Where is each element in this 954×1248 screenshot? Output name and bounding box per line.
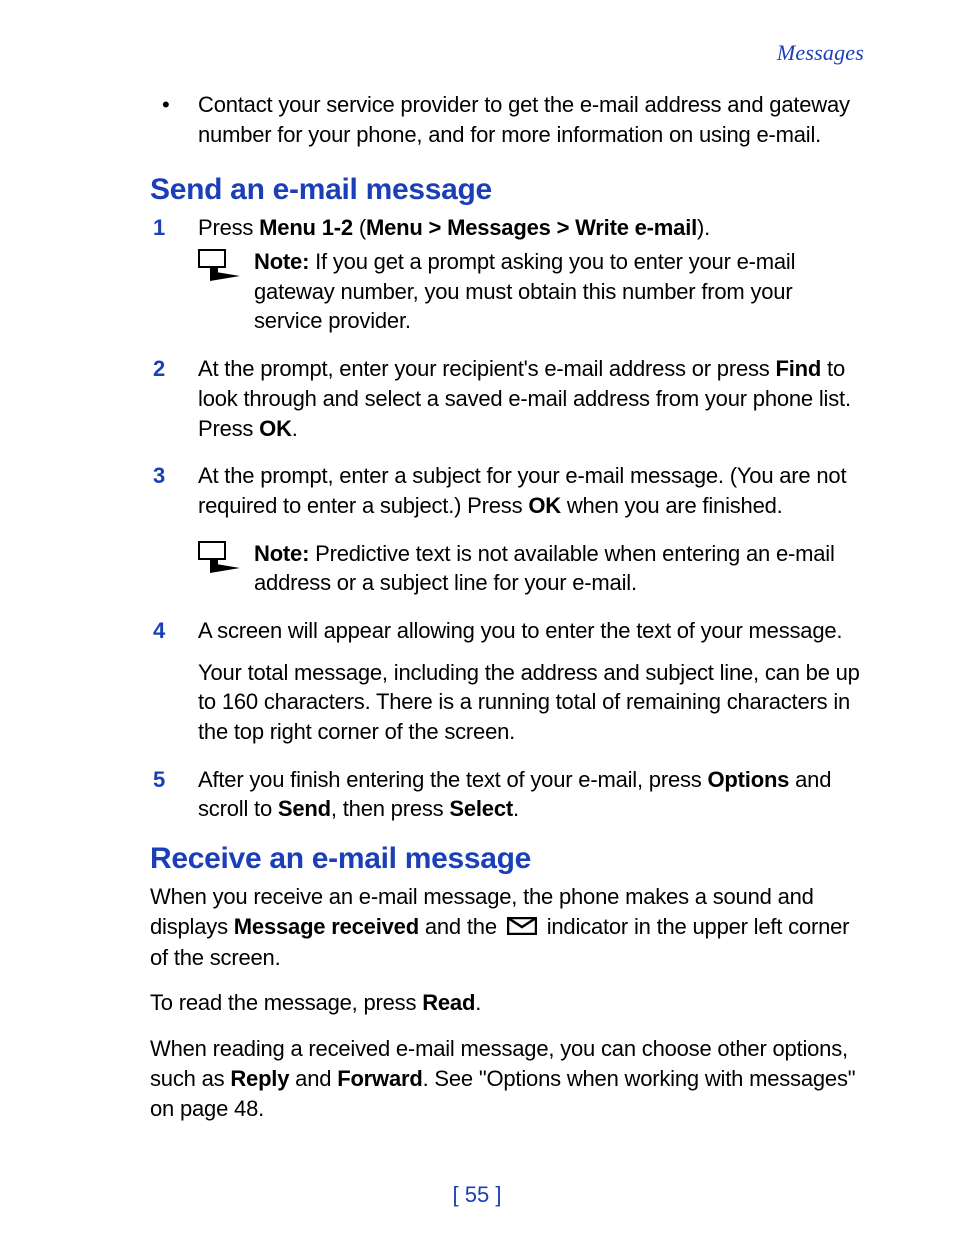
bold: Read: [422, 990, 475, 1015]
text: .: [513, 796, 519, 821]
step-1: Press Menu 1-2 (Menu > Messages > Write …: [150, 213, 864, 336]
note-block: Note: Predictive text is not available w…: [150, 539, 864, 598]
bold: OK: [528, 493, 561, 518]
step-4: A screen will appear allowing you to ent…: [150, 616, 864, 747]
note-icon: [198, 541, 240, 583]
text: .: [292, 416, 298, 441]
note-label: Note:: [254, 249, 315, 274]
text: .: [475, 990, 481, 1015]
text: A screen will appear allowing you to ent…: [198, 618, 842, 643]
receive-p1: When you receive an e-mail message, the …: [150, 882, 864, 972]
bold: Options: [708, 767, 790, 792]
step-5: After you finish entering the text of yo…: [150, 765, 864, 824]
receive-p3: When reading a received e-mail message, …: [150, 1034, 864, 1123]
note-text: Note: Predictive text is not available w…: [254, 539, 864, 598]
note-icon: [198, 249, 240, 291]
note-body: If you get a prompt asking you to enter …: [254, 249, 795, 333]
text: and: [289, 1066, 337, 1091]
bold: Menu > Messages > Write e-mail: [366, 215, 697, 240]
step-3: At the prompt, enter a subject for your …: [150, 461, 864, 598]
text: After you finish entering the text of yo…: [198, 767, 708, 792]
send-steps: Press Menu 1-2 (Menu > Messages > Write …: [150, 213, 864, 824]
note-label: Note:: [254, 541, 315, 566]
page-content: Messages Contact your service provider t…: [0, 0, 954, 1199]
page-number: [ 55 ]: [0, 1182, 954, 1208]
text: To read the message, press: [150, 990, 422, 1015]
step-2: At the prompt, enter your recipient's e-…: [150, 354, 864, 443]
text: At the prompt, enter your recipient's e-…: [198, 356, 776, 381]
receive-p2: To read the message, press Read.: [150, 988, 864, 1018]
envelope-icon: [507, 913, 537, 943]
intro-bullet-item: Contact your service provider to get the…: [150, 90, 864, 149]
text: Press: [198, 215, 259, 240]
note-body: Predictive text is not available when en…: [254, 541, 835, 596]
bold: Select: [449, 796, 513, 821]
bold: Message received: [234, 914, 419, 939]
bold: OK: [259, 416, 292, 441]
heading-send-email: Send an e-mail message: [150, 173, 864, 207]
bold: Send: [278, 796, 331, 821]
running-header: Messages: [150, 40, 864, 66]
bold: Forward: [337, 1066, 422, 1091]
heading-receive-email: Receive an e-mail message: [150, 842, 864, 876]
bold: Reply: [230, 1066, 289, 1091]
text: and the: [419, 914, 503, 939]
step4-continuation: Your total message, including the addres…: [198, 658, 864, 747]
intro-bullet-list: Contact your service provider to get the…: [150, 90, 864, 149]
bold: Find: [776, 356, 822, 381]
bold: Menu 1-2: [259, 215, 359, 240]
note-block: Note: If you get a prompt asking you to …: [198, 247, 864, 336]
text: when you are finished.: [561, 493, 783, 518]
text: ).: [697, 215, 710, 240]
text: , then press: [331, 796, 449, 821]
text: (: [359, 215, 366, 240]
note-text: Note: If you get a prompt asking you to …: [254, 247, 864, 336]
